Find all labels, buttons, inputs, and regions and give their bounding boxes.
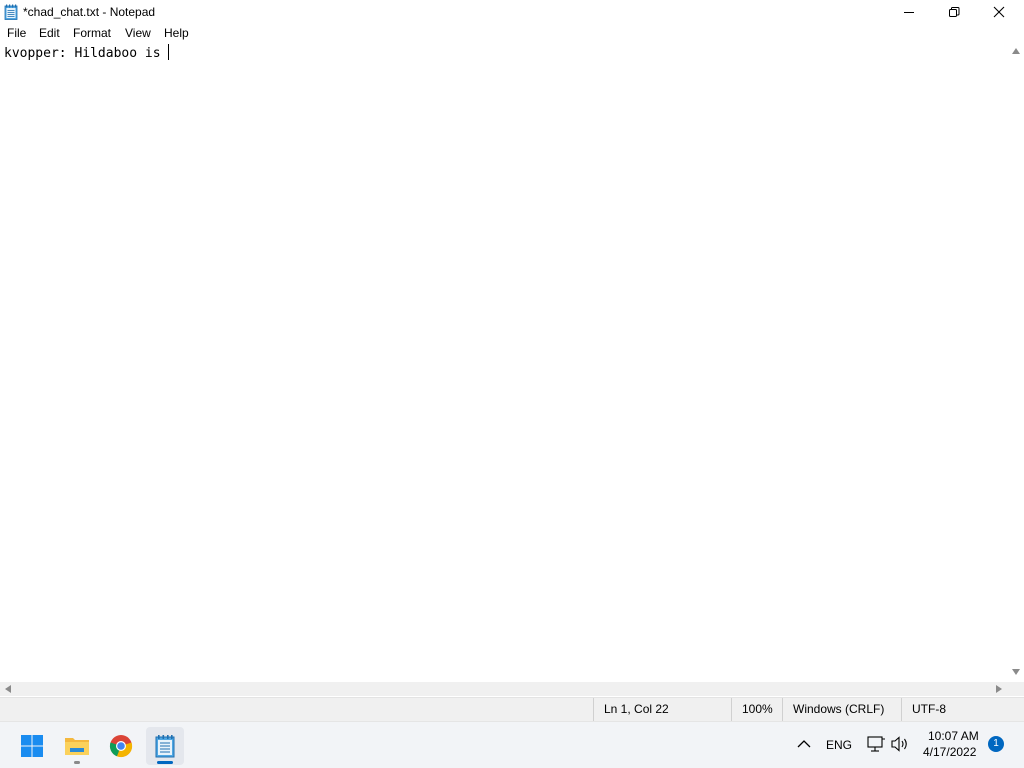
notepad-icon — [155, 735, 175, 758]
scroll-up-icon[interactable] — [1012, 48, 1020, 54]
restore-button[interactable] — [931, 0, 977, 24]
status-position: Ln 1, Col 22 — [593, 698, 731, 721]
chrome-icon — [109, 735, 133, 758]
scrollbar-corner — [1008, 682, 1024, 696]
chevron-up-icon[interactable] — [797, 739, 811, 749]
status-zoom: 100% — [731, 698, 782, 721]
clock-time[interactable]: 10:07 AM — [928, 729, 979, 743]
minimize-button[interactable] — [886, 0, 932, 24]
window-title: *chad_chat.txt - Notepad — [23, 5, 156, 19]
scroll-left-icon[interactable] — [5, 685, 11, 693]
windows-start-icon — [21, 735, 43, 757]
status-line-ending: Windows (CRLF) — [782, 698, 901, 721]
explorer-running-indicator — [74, 761, 80, 764]
menu-format[interactable]: Format — [72, 25, 112, 41]
volume-icon[interactable] — [890, 736, 910, 752]
notepad-icon — [4, 4, 18, 20]
language-indicator[interactable]: ENG — [826, 738, 852, 752]
network-icon[interactable] — [866, 735, 886, 753]
restore-icon — [949, 6, 960, 17]
file-explorer-icon — [65, 738, 89, 755]
notepad-active-indicator — [157, 761, 173, 764]
text-caret — [168, 44, 170, 60]
taskbar-start[interactable] — [13, 727, 51, 765]
menu-bar: File Edit Format View Help — [0, 24, 1024, 42]
taskbar-chrome[interactable] — [102, 727, 140, 765]
scroll-down-icon[interactable] — [1012, 669, 1020, 675]
vertical-scrollbar[interactable] — [1008, 42, 1024, 682]
minimize-icon — [904, 12, 914, 13]
menu-view[interactable]: View — [124, 25, 152, 41]
title-bar[interactable]: *chad_chat.txt - Notepad — [0, 0, 1024, 24]
text-editor[interactable]: kvopper: Hildaboo is — [0, 42, 1008, 682]
editor-content: kvopper: Hildaboo is — [4, 46, 169, 61]
taskbar-notepad[interactable] — [146, 727, 184, 765]
scroll-right-icon[interactable] — [996, 685, 1002, 693]
menu-edit[interactable]: Edit — [38, 25, 61, 41]
taskbar: ENG 10:07 AM 4/17/2022 — [0, 721, 1024, 768]
notification-badge[interactable]: 1 — [988, 736, 1004, 752]
close-icon — [993, 6, 1005, 18]
menu-help[interactable]: Help — [163, 25, 190, 41]
status-bar: Ln 1, Col 22 100% Windows (CRLF) UTF-8 — [0, 697, 1024, 721]
horizontal-scrollbar[interactable] — [0, 682, 1008, 696]
status-encoding: UTF-8 — [901, 698, 1024, 721]
menu-file[interactable]: File — [6, 25, 27, 41]
taskbar-file-explorer[interactable] — [58, 727, 96, 765]
clock-date[interactable]: 4/17/2022 — [923, 745, 976, 759]
close-button[interactable] — [976, 0, 1022, 24]
